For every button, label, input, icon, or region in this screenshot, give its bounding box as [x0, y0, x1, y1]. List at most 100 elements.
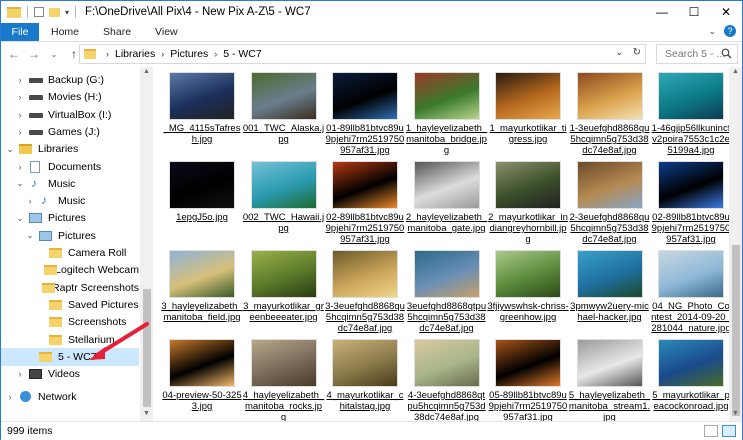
file-tile[interactable]: 01-89llb81btvc89u9pjehi7rm2519750957af31…	[325, 72, 405, 162]
expand-chevron-icon[interactable]: ›	[15, 369, 25, 379]
thumbnail-image	[495, 72, 561, 120]
nav-item[interactable]: › Documents	[1, 158, 139, 176]
expand-chevron-icon[interactable]: ›	[25, 196, 35, 206]
file-name: 5_mayurkotlikar_peacockonroad.jpg	[652, 390, 729, 412]
nav-item[interactable]: ⌄ ♪ Music	[1, 175, 139, 193]
thumbnail-image	[658, 339, 724, 387]
file-tile[interactable]: 001_TWC_Alaska.jpg	[243, 72, 324, 162]
nav-item[interactable]: Camera Roll	[1, 244, 139, 262]
large-icons-view-button[interactable]	[722, 425, 736, 437]
breadcrumb-libraries[interactable]: Libraries	[115, 48, 155, 60]
collapse-chevron-icon[interactable]: ⌄	[25, 230, 35, 241]
file-tile[interactable]: 2-3euefghd8868qu5hcqimn5g753d38dc74e8af.…	[570, 161, 650, 251]
file-tile[interactable]: 3_mayurkotlikar_greenbeeeater.jpg	[243, 250, 324, 340]
expand-chevron-icon[interactable]: ›	[15, 110, 25, 120]
nav-item-label: Movies (H:)	[48, 91, 102, 104]
file-tile[interactable]: 3-3euefghd8868qu5hcqimn5g753d38dc74e8af.…	[325, 250, 405, 340]
breadcrumb-pictures[interactable]: Pictures	[170, 48, 208, 60]
file-tile[interactable]: 1-3euefghd8868qu5hcqimn5g753d38dc74e8af.…	[570, 72, 650, 162]
file-tile[interactable]: 3_hayleyelizabeth_manitoba_field.jpg	[161, 250, 243, 340]
file-tile[interactable]: 002_TWC_Hawaii.jpg	[243, 161, 324, 251]
file-tile[interactable]: 4_hayleyelizabeth_manitoba_rocks.jpg	[243, 339, 324, 421]
file-tile[interactable]: 04-preview-50-3253.jpg	[162, 339, 242, 421]
collapse-chevron-icon[interactable]: ⌄	[15, 178, 25, 189]
file-tile[interactable]: 2_hayleyelizabeth_manitoba_gate.jpg	[406, 161, 487, 251]
nav-item[interactable]: › Movies (H:)	[1, 88, 139, 106]
toolbar-divider	[27, 6, 28, 18]
file-tile[interactable]: 04_NG_Photo_Contest_2014-09-20_281044_na…	[651, 250, 729, 340]
expand-chevron-icon[interactable]: ›	[15, 75, 25, 85]
address-bar[interactable]: › Libraries › Pictures › 5 - WC7 ⌄ ↻	[79, 44, 646, 64]
file-tile[interactable]: 2_mayurkotlikar_indiangreyhornbill.jpg	[488, 161, 568, 251]
file-tile[interactable]: 4-3euefghd8868qtpu5hcqimn5g753d38dc74e8a…	[407, 339, 487, 421]
collapse-chevron-icon[interactable]: ⌄	[15, 213, 25, 224]
nav-item[interactable]: Logitech Webcam	[1, 261, 139, 279]
file-tile[interactable]: 3pmwyw2uery-michael-hacker.jpg	[570, 250, 650, 340]
file-tile[interactable]: 4_mayurkotlikar_chitalstag.jpg	[325, 339, 405, 421]
nav-scroll-thumb[interactable]	[143, 289, 151, 407]
scroll-up-arrow[interactable]: ▲	[729, 68, 742, 75]
details-view-button[interactable]	[704, 425, 718, 437]
new-folder-icon[interactable]	[49, 7, 60, 17]
file-tile[interactable]: 1_mayurkotlikar_tigress.jpg	[488, 72, 568, 162]
forward-button[interactable]: →	[27, 47, 41, 61]
nav-item[interactable]: ⌄ Pictures	[1, 209, 139, 227]
tab-file[interactable]: File	[1, 23, 39, 41]
nav-item[interactable]: Saved Pictures	[1, 296, 139, 314]
nav-item[interactable]: › Games (J:)	[1, 123, 139, 141]
thumbnail-image	[169, 161, 235, 209]
nav-item[interactable]: Raptr Screenshots	[1, 279, 139, 297]
file-tile[interactable]: 3fjiywswhsk-chriss-greenhow.jpg	[487, 250, 569, 340]
help-icon[interactable]: ?	[724, 25, 736, 37]
nav-item[interactable]: ⌄ Libraries	[1, 140, 139, 158]
expand-chevron-icon[interactable]: ›	[15, 127, 25, 137]
thumbnail-image	[495, 250, 561, 298]
back-button[interactable]: ←	[7, 47, 21, 61]
collapse-chevron-icon[interactable]: ⌄	[5, 144, 15, 155]
scroll-down-arrow[interactable]: ▼	[729, 410, 742, 417]
scroll-up-arrow[interactable]: ▲	[140, 68, 153, 75]
nav-item[interactable]: Stellarium	[1, 331, 139, 349]
minimize-button[interactable]: —	[646, 1, 678, 23]
address-dropdown-icon[interactable]: ⌄	[615, 47, 623, 58]
content-scroll-thumb[interactable]	[732, 245, 740, 416]
content-scrollbar[interactable]: ▲ ▼	[729, 67, 742, 421]
expand-chevron-icon[interactable]: ›	[15, 162, 25, 172]
tab-home[interactable]: Home	[39, 23, 91, 41]
nav-item[interactable]: › ♪ Music	[1, 192, 139, 210]
close-button[interactable]: ✕	[710, 1, 742, 23]
expand-chevron-icon[interactable]: ›	[15, 92, 25, 102]
nav-item[interactable]: 5 - WC7	[1, 347, 139, 366]
search-input[interactable]: Search 5 - ...	[656, 44, 738, 64]
scroll-down-arrow[interactable]: ▼	[140, 410, 153, 417]
nav-item[interactable]: › Network	[1, 388, 139, 406]
nav-scrollbar[interactable]: ▲ ▼	[140, 67, 153, 421]
file-tile[interactable]: 1-46gjip56llkunincfv2poira7553c1c2e5199a…	[651, 72, 729, 162]
file-tile[interactable]: 02-89llb81btvc89u9pjehi7rm2519750957af31…	[651, 161, 729, 251]
window-controls: — ☐ ✕	[646, 1, 742, 23]
file-tile[interactable]: 1epgJ5o.jpg	[162, 161, 242, 251]
dropdown-icon[interactable]: ▾	[65, 8, 69, 17]
tab-view[interactable]: View	[143, 23, 190, 41]
file-tile[interactable]: 5_mayurkotlikar_peacockonroad.jpg	[651, 339, 729, 421]
nav-item[interactable]: › Backup (G:)	[1, 71, 139, 89]
tab-share[interactable]: Share	[91, 23, 143, 41]
refresh-icon[interactable]: ↻	[633, 47, 641, 58]
expand-ribbon-icon[interactable]: ⌄	[708, 26, 716, 37]
file-tile[interactable]: 1_hayleyelizabeth_manitoba_bridge.jpg	[406, 72, 487, 162]
nav-item[interactable]: › Videos	[1, 365, 139, 383]
thumbnail-image	[169, 72, 235, 120]
expand-chevron-icon[interactable]: ›	[5, 392, 15, 402]
file-tile[interactable]: _MG_4115sTafresh.jpg	[162, 72, 242, 162]
maximize-button[interactable]: ☐	[678, 1, 710, 23]
nav-item[interactable]: ⌄ Pictures	[1, 227, 139, 245]
file-tile[interactable]: 5_hayleyelizabeth_manitoba_stream1.jpg	[569, 339, 650, 421]
breadcrumb-current[interactable]: 5 - WC7	[223, 48, 262, 60]
nav-item[interactable]: Screenshots	[1, 313, 139, 331]
file-tile[interactable]: 05-89llb81btvc89u9pjehi7rm2519750957af31…	[488, 339, 568, 421]
recent-locations-button[interactable]: ⌄	[47, 50, 61, 59]
file-tile[interactable]: 02-89llb81btvc89u9pjehi7rm2519750957af31…	[325, 161, 405, 251]
properties-icon[interactable]	[34, 7, 44, 17]
file-tile[interactable]: 3euefghd8868qtpu5hcqimn5g753d38dc74e8af.…	[407, 250, 487, 340]
nav-item[interactable]: › VirtualBox (I:)	[1, 106, 139, 124]
